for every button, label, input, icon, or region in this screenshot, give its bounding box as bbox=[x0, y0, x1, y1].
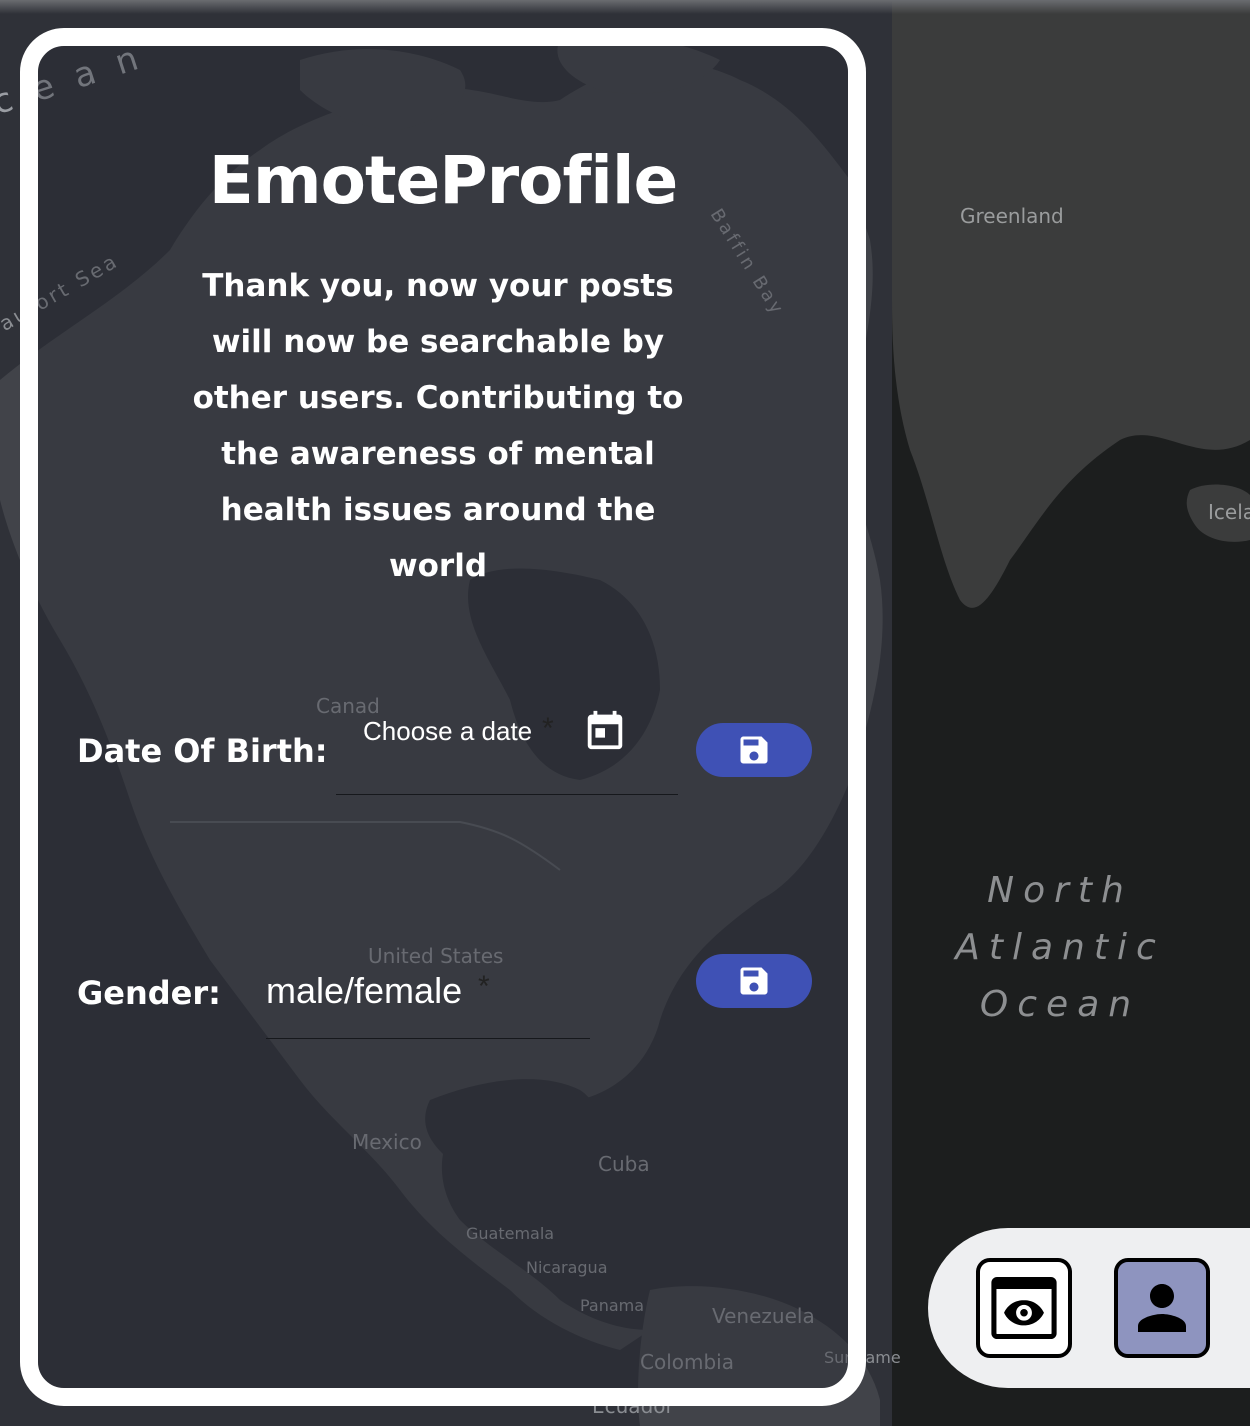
dob-required-mark: * bbox=[542, 712, 554, 745]
map-label-north-atlantic-ocean: North Atlantic Ocean bbox=[940, 862, 1180, 1033]
ocean-line-2: Atlantic bbox=[955, 927, 1165, 968]
floppy-disk-icon bbox=[740, 736, 768, 764]
save-gender-button[interactable] bbox=[696, 954, 812, 1008]
map-label-iceland: Icela bbox=[1208, 500, 1250, 524]
eye-icon bbox=[991, 1276, 1057, 1340]
save-dob-button[interactable] bbox=[696, 723, 812, 777]
calendar-icon[interactable] bbox=[582, 706, 628, 754]
page-title: EmoteProfile bbox=[208, 142, 679, 219]
person-icon bbox=[1138, 1284, 1186, 1332]
info-message: Thank you, now your posts will now be se… bbox=[192, 268, 684, 584]
top-shadow bbox=[0, 0, 1250, 14]
gender-label: Gender: bbox=[77, 974, 221, 1012]
map-label-greenland: Greenland bbox=[960, 204, 1064, 228]
ocean-line-3: Ocean bbox=[979, 984, 1141, 1025]
gender-required-mark: * bbox=[478, 970, 490, 1003]
profile-panel: EmoteProfile Thank you, now your posts w… bbox=[20, 28, 866, 1406]
floppy-disk-icon bbox=[740, 967, 768, 995]
gender-underline bbox=[266, 1038, 590, 1039]
gender-field[interactable]: male/female * bbox=[266, 946, 590, 1040]
dob-underline bbox=[336, 794, 678, 795]
gender-input[interactable] bbox=[266, 966, 476, 1006]
view-button[interactable] bbox=[976, 1258, 1072, 1358]
dob-placeholder: Choose a date bbox=[363, 716, 533, 746]
ocean-line-1: North bbox=[987, 870, 1133, 911]
bottom-nav bbox=[928, 1228, 1250, 1388]
dob-label: Date Of Birth: bbox=[77, 732, 328, 770]
profile-button[interactable] bbox=[1114, 1258, 1210, 1358]
